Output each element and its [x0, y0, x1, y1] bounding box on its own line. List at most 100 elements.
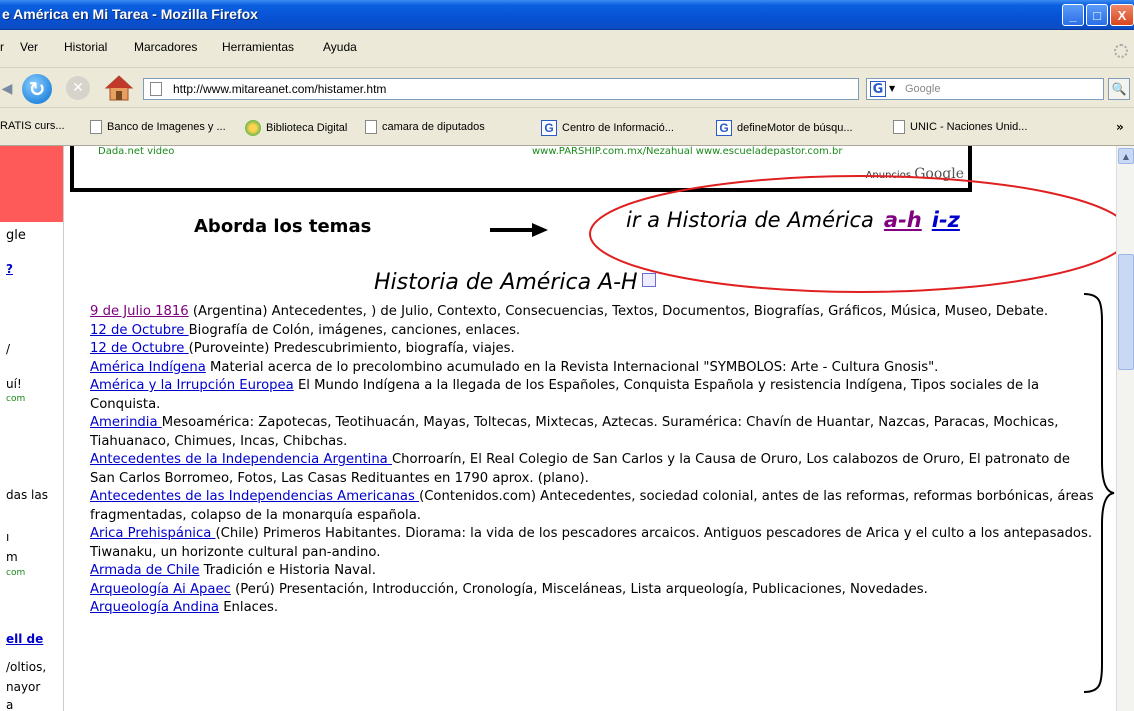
sidebar-text: a: [6, 698, 14, 711]
entry-link[interactable]: América y la Irrupción Europea: [90, 378, 294, 393]
menu-bar: r Ver Historial Marcadores Herramientas …: [0, 30, 1134, 68]
bookmark-label: Banco de Imagenes y ...: [107, 121, 226, 133]
chart-icon[interactable]: [641, 273, 656, 287]
bookmark-label: Biblioteca Digital: [266, 122, 348, 134]
sidebar-text: ı: [6, 530, 10, 544]
engine-dropdown-icon[interactable]: ▼: [889, 84, 895, 93]
reload-icon[interactable]: ↻: [22, 74, 52, 104]
menu-historial[interactable]: Historial: [64, 40, 107, 54]
arrow-right-icon: [490, 223, 548, 237]
list-item: 12 de Octubre (Puroveinte) Predescubrimi…: [90, 340, 1098, 359]
title-bar: e América en Mi Tarea - Mozilla Firefox …: [0, 0, 1134, 30]
url-text: http://www.mitareanet.com/histamer.htm: [173, 82, 387, 96]
page-content: gle ? / uí! com das las ı m com ell de /…: [0, 146, 1116, 711]
bookmark-centro-informacion[interactable]: G Centro de Informació...: [541, 120, 674, 136]
entry-link[interactable]: América Indígena: [90, 360, 206, 375]
page-title-text: Historia de América A-H: [374, 270, 638, 295]
list-item: Antecedentes de la Independencia Argenti…: [90, 451, 1098, 488]
entry-link[interactable]: 9 de Julio 1816: [90, 304, 189, 319]
sidebar-text: nayor: [6, 680, 41, 694]
entry-description: (Puroveinte) Predescubrimiento, biografí…: [188, 341, 515, 356]
entry-link[interactable]: Arqueología Ai Apaec: [90, 582, 231, 597]
bookmark-label: camara de diputados: [382, 121, 485, 133]
list-item: Amerindia Mesoamérica: Zapotecas, Teotih…: [90, 414, 1098, 451]
stop-icon[interactable]: ✕: [66, 76, 90, 100]
bookmark-label: UNIC - Naciones Unid...: [910, 121, 1028, 133]
list-item: Antecedentes de las Independencias Ameri…: [90, 488, 1098, 525]
bookmark-camara-diputados[interactable]: camara de diputados: [365, 120, 485, 134]
vertical-scrollbar[interactable]: ▲: [1116, 146, 1134, 711]
entry-link[interactable]: Antecedentes de la Independencia Argenti…: [90, 452, 392, 467]
sidebar-text: /: [6, 342, 11, 356]
search-placeholder: Google: [905, 83, 941, 95]
bookmark-unic[interactable]: UNIC - Naciones Unid...: [893, 120, 1027, 134]
navigation-toolbar: ◀ ↻ ✕ http://www.mitareanet.com/histamer…: [0, 68, 1134, 108]
bookmark-biblioteca-digital[interactable]: Biblioteca Digital: [245, 120, 347, 136]
bookmarks-toolbar: RATIS curs... Banco de Imagenes y ... Bi…: [0, 108, 1134, 146]
entry-link[interactable]: Antecedentes de las Independencias Ameri…: [90, 489, 419, 504]
bookmarks-overflow-icon[interactable]: »: [1116, 120, 1124, 134]
ad-link[interactable]: Dada.net video: [98, 146, 174, 157]
entry-link[interactable]: Arqueología Andina: [90, 600, 219, 615]
sidebar-text: das las: [6, 488, 48, 502]
menu-marcadores[interactable]: Marcadores: [134, 40, 197, 54]
entry-link[interactable]: 12 de Octubre: [90, 341, 189, 356]
minimize-button[interactable]: _: [1062, 4, 1084, 26]
entry-link[interactable]: Amerindia: [90, 415, 162, 430]
home-icon[interactable]: [104, 74, 134, 102]
list-item: 12 de Octubre Biografía de Colón, imágen…: [90, 322, 1098, 341]
sidebar-text: uí!: [6, 377, 22, 391]
url-bar[interactable]: http://www.mitareanet.com/histamer.htm ▼: [143, 78, 986, 100]
sidebar-text: /oltios,: [6, 660, 47, 674]
back-icon[interactable]: ◀: [0, 76, 20, 102]
google-icon: G: [716, 120, 732, 136]
entry-description: (Perú) Presentación, Introducción, Crono…: [230, 581, 928, 597]
bookmark-define-motor[interactable]: G defineMotor de búsqu...: [716, 120, 853, 136]
sidebar-text: m: [6, 550, 18, 564]
left-sidebar: gle ? / uí! com das las ı m com ell de /…: [0, 146, 64, 711]
page-icon: [365, 120, 377, 134]
bookmark-label: defineMotor de búsqu...: [737, 122, 853, 134]
entry-description: (Chile) Primeros Habitantes. Diorama: la…: [90, 526, 1093, 560]
list-item: Arqueología Ai Apaec (Perú) Presentación…: [90, 581, 1098, 600]
bookmark-ratis[interactable]: RATIS curs...: [0, 120, 65, 132]
entry-description: Mesoamérica: Zapotecas, Teotihuacán, May…: [90, 415, 1059, 449]
sidebar-bold-link[interactable]: ell de: [6, 632, 43, 646]
menu-herramientas[interactable]: Herramientas: [222, 40, 294, 54]
maximize-button[interactable]: □: [1086, 4, 1108, 26]
ad-link[interactable]: www.PARSHIP.com.mx/Nezahual www.escuelad…: [532, 146, 842, 157]
entry-link[interactable]: 12 de Octubre: [90, 323, 189, 338]
menu-archivo[interactable]: r: [0, 40, 4, 54]
entry-description: Tradición e Historia Naval.: [199, 563, 376, 578]
entries-list: 9 de Julio 1816 (Argentina) Antecedentes…: [90, 303, 1098, 618]
right-brace-icon: [1083, 293, 1115, 693]
sidebar-link[interactable]: ?: [6, 262, 13, 276]
google-engine-icon[interactable]: G: [870, 81, 886, 97]
list-item: América Indígena Material acerca de lo p…: [90, 359, 1098, 378]
list-item: 9 de Julio 1816 (Argentina) Antecedentes…: [90, 303, 1098, 322]
menu-ayuda[interactable]: Ayuda: [323, 40, 357, 54]
page-icon: [893, 120, 905, 134]
entry-description: Enlaces.: [219, 600, 279, 615]
list-item: Arqueología Andina Enlaces.: [90, 599, 1098, 618]
google-fragment: gle: [6, 228, 26, 243]
entry-description: Biografía de Colón, imágenes, canciones,…: [188, 322, 521, 338]
window-title: e América en Mi Tarea - Mozilla Firefox: [2, 6, 258, 22]
close-button[interactable]: X: [1110, 4, 1134, 26]
page-title: Historia de América A-H: [374, 270, 656, 295]
sidebar-url: com: [6, 394, 26, 404]
entry-link[interactable]: Armada de Chile: [90, 563, 199, 578]
search-magnifier-icon[interactable]: 🔍: [1108, 78, 1130, 100]
page-icon: [150, 82, 162, 96]
bookmark-label: Centro de Informació...: [562, 122, 674, 134]
entry-description: (Argentina) Antecedentes, ) de Julio, Co…: [188, 304, 1049, 319]
google-icon: G: [541, 120, 557, 136]
menu-ver[interactable]: Ver: [20, 40, 38, 54]
red-banner: [0, 146, 63, 222]
list-item: América y la Irrupción Europea El Mundo …: [90, 377, 1098, 414]
entry-link[interactable]: Arica Prehispánica: [90, 526, 216, 541]
scroll-up-icon[interactable]: ▲: [1118, 148, 1134, 164]
scroll-thumb[interactable]: [1118, 254, 1134, 370]
bookmark-banco-imagenes[interactable]: Banco de Imagenes y ...: [90, 120, 226, 134]
search-input[interactable]: G ▼ Google: [866, 78, 1104, 100]
